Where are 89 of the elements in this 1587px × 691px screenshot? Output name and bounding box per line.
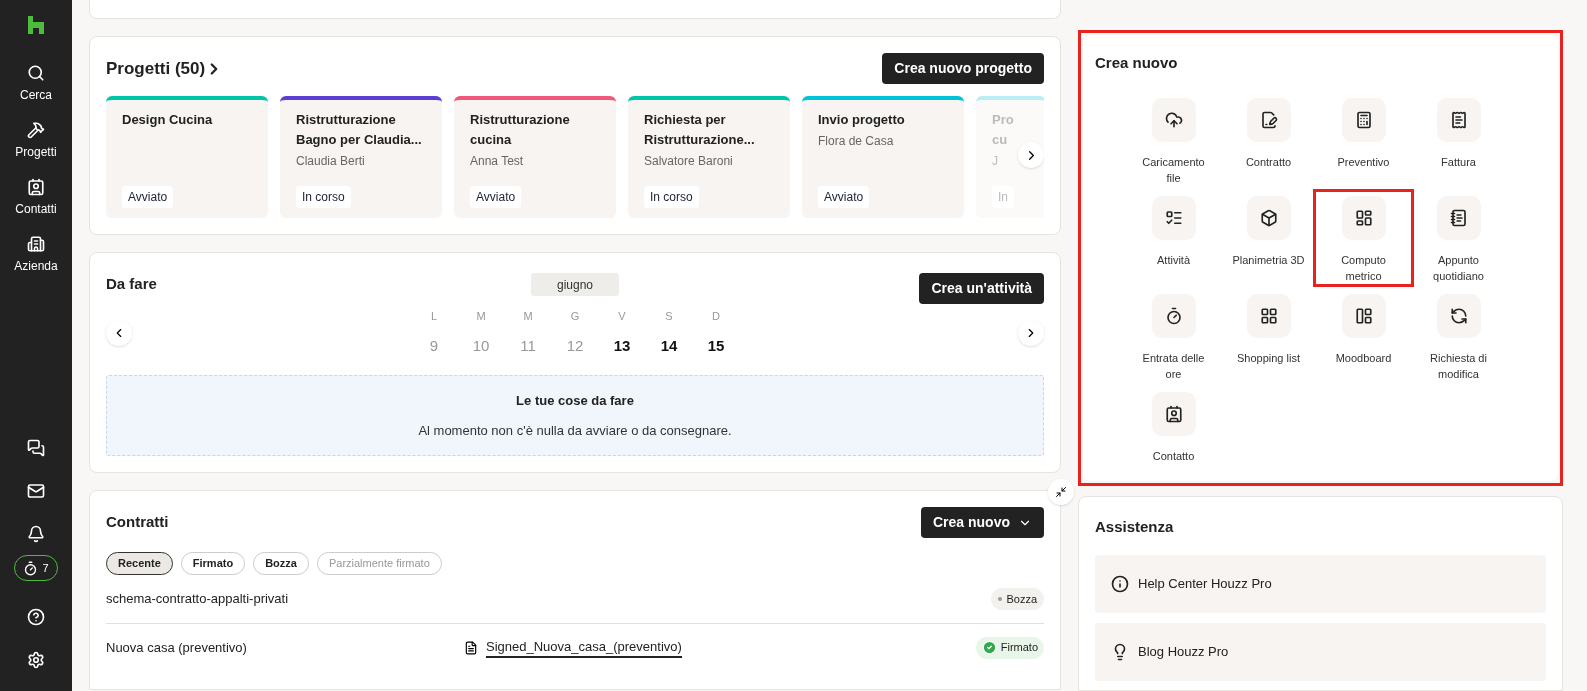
check-circle-icon bbox=[981, 640, 997, 655]
create-option[interactable]: Entrata delle ore bbox=[1126, 287, 1221, 385]
create-option[interactable]: Attività bbox=[1126, 189, 1221, 287]
invoice-icon bbox=[1449, 111, 1468, 129]
grid-icon bbox=[1259, 307, 1278, 325]
status-tag: In corso bbox=[296, 186, 351, 208]
status-tag: Bozza bbox=[991, 588, 1044, 610]
building-icon bbox=[27, 235, 45, 253]
sidebar-nav-item[interactable]: Azienda bbox=[0, 233, 72, 290]
project-title: Ristrutturazione Bagno per Claudia... bbox=[296, 111, 423, 149]
calendar-day[interactable]: D 15 bbox=[701, 308, 731, 357]
help-icon bbox=[27, 607, 45, 626]
project-card[interactable]: Richiesta per Ristrutturazione... Salvatore Baroni In corso bbox=[628, 96, 790, 218]
status-tag: Avviato bbox=[122, 186, 174, 208]
create-project-button[interactable]: Crea nuovo progetto bbox=[882, 53, 1044, 84]
status-tag: Firmato bbox=[975, 636, 1044, 659]
support-link[interactable]: Help Center Houzz Pro bbox=[1095, 555, 1546, 613]
info-icon bbox=[1111, 575, 1129, 593]
cloud-upload-icon bbox=[1164, 111, 1183, 129]
section-title: Crea nuovo bbox=[1095, 54, 1178, 71]
sidebar-nav-item[interactable]: Contatti bbox=[0, 176, 72, 233]
project-card[interactable]: Ristrutturazione cucina Anna Test Avviato bbox=[454, 96, 616, 218]
status-tag: Avviato bbox=[818, 186, 870, 208]
project-client: Anna Test bbox=[470, 153, 525, 170]
create-task-button[interactable]: Crea un'attività bbox=[919, 273, 1044, 304]
cube-icon bbox=[1259, 209, 1278, 227]
stopwatch-icon bbox=[23, 560, 39, 576]
status-tag: In bbox=[992, 186, 1014, 208]
contract-icon bbox=[1259, 111, 1278, 129]
section-title: Da fare bbox=[106, 274, 158, 294]
mail-icon bbox=[27, 481, 45, 500]
section-title: Contratti bbox=[106, 512, 169, 533]
create-option[interactable]: Contatto bbox=[1126, 385, 1221, 483]
stopwatch-icon bbox=[1164, 307, 1183, 325]
contract-name[interactable]: schema-contratto-appalti-privati bbox=[106, 589, 464, 609]
projects-title-link[interactable]: Progetti (50) bbox=[106, 55, 224, 82]
file-link[interactable]: Signed_Nuova_casa_(preventivo) bbox=[486, 636, 682, 659]
empty-state-text: Al momento non c'è nulla da avviare o da consegnare. bbox=[418, 421, 732, 440]
project-card[interactable]: Invio progetto Flora de Casa Avviato bbox=[802, 96, 964, 218]
filter-chip[interactable]: Recente bbox=[106, 552, 173, 575]
month-label: giugno bbox=[531, 273, 619, 296]
bell-icon bbox=[27, 524, 45, 543]
create-option[interactable]: Preventivo bbox=[1316, 91, 1411, 189]
create-option[interactable]: Fattura bbox=[1411, 91, 1506, 189]
calculator-icon bbox=[1354, 111, 1373, 129]
contact-card-icon bbox=[27, 178, 45, 196]
collapse-arrows-icon bbox=[1055, 486, 1067, 498]
search-icon bbox=[27, 64, 45, 82]
create-option[interactable]: Contratto bbox=[1221, 91, 1316, 189]
create-option[interactable]: Shopping list bbox=[1221, 287, 1316, 385]
project-title: Invio progetto bbox=[818, 111, 906, 129]
project-client: J bbox=[992, 153, 999, 170]
notebook-icon bbox=[1449, 209, 1468, 227]
create-option[interactable]: Moodboard bbox=[1316, 287, 1411, 385]
refresh-arrows-icon bbox=[1449, 307, 1468, 325]
calendar-day[interactable]: V 13 bbox=[607, 308, 637, 357]
moodboard-icon bbox=[1354, 307, 1373, 325]
project-card[interactable]: Design Cucina Avviato bbox=[106, 96, 268, 218]
checklist-icon bbox=[1164, 209, 1183, 227]
project-title: Design Cucina bbox=[122, 111, 214, 129]
section-title: Assistenza bbox=[1095, 518, 1174, 535]
settings-icon bbox=[27, 650, 45, 669]
create-option[interactable]: Richiesta di modifica bbox=[1411, 287, 1506, 385]
project-client: Salvatore Baroni bbox=[644, 153, 734, 170]
tools-icon bbox=[27, 121, 45, 139]
create-new-dropdown[interactable]: Crea nuovo bbox=[921, 507, 1044, 538]
sidebar-nav-item[interactable]: Cerca bbox=[0, 62, 72, 119]
contract-name[interactable]: Nuova casa (preventivo) bbox=[106, 637, 464, 658]
project-title: Richiesta per Ristrutturazione... bbox=[644, 111, 756, 149]
status-tag: Avviato bbox=[470, 186, 522, 208]
project-client: Claudia Berti bbox=[296, 153, 366, 170]
sidebar-nav-item[interactable]: Progetti bbox=[0, 119, 72, 176]
contact-card-icon bbox=[1164, 405, 1183, 423]
collapse-button[interactable] bbox=[1048, 479, 1074, 505]
calendar-day[interactable]: S 14 bbox=[654, 308, 684, 357]
support-link[interactable]: Blog Houzz Pro bbox=[1095, 623, 1546, 681]
status-tag: In corso bbox=[644, 186, 699, 208]
logo-icon[interactable] bbox=[28, 16, 44, 34]
create-option[interactable]: Planimetria 3D bbox=[1221, 189, 1316, 287]
create-option[interactable]: Appunto quotidiano bbox=[1411, 189, 1506, 287]
chat-icon bbox=[27, 438, 45, 457]
create-option[interactable]: Computo metrico bbox=[1313, 189, 1414, 287]
project-client: Flora de Casa bbox=[818, 133, 895, 150]
project-card[interactable]: Ristrutturazione Bagno per Claudia... Claudia Berti In corso bbox=[280, 96, 442, 218]
create-option[interactable]: Caricamento file bbox=[1126, 91, 1221, 189]
document-icon bbox=[464, 640, 478, 655]
project-title: Ristrutturazione cucina bbox=[470, 111, 571, 149]
empty-state-title: Le tue cose da fare bbox=[516, 392, 634, 410]
project-title: Pro cu bbox=[992, 111, 1015, 149]
